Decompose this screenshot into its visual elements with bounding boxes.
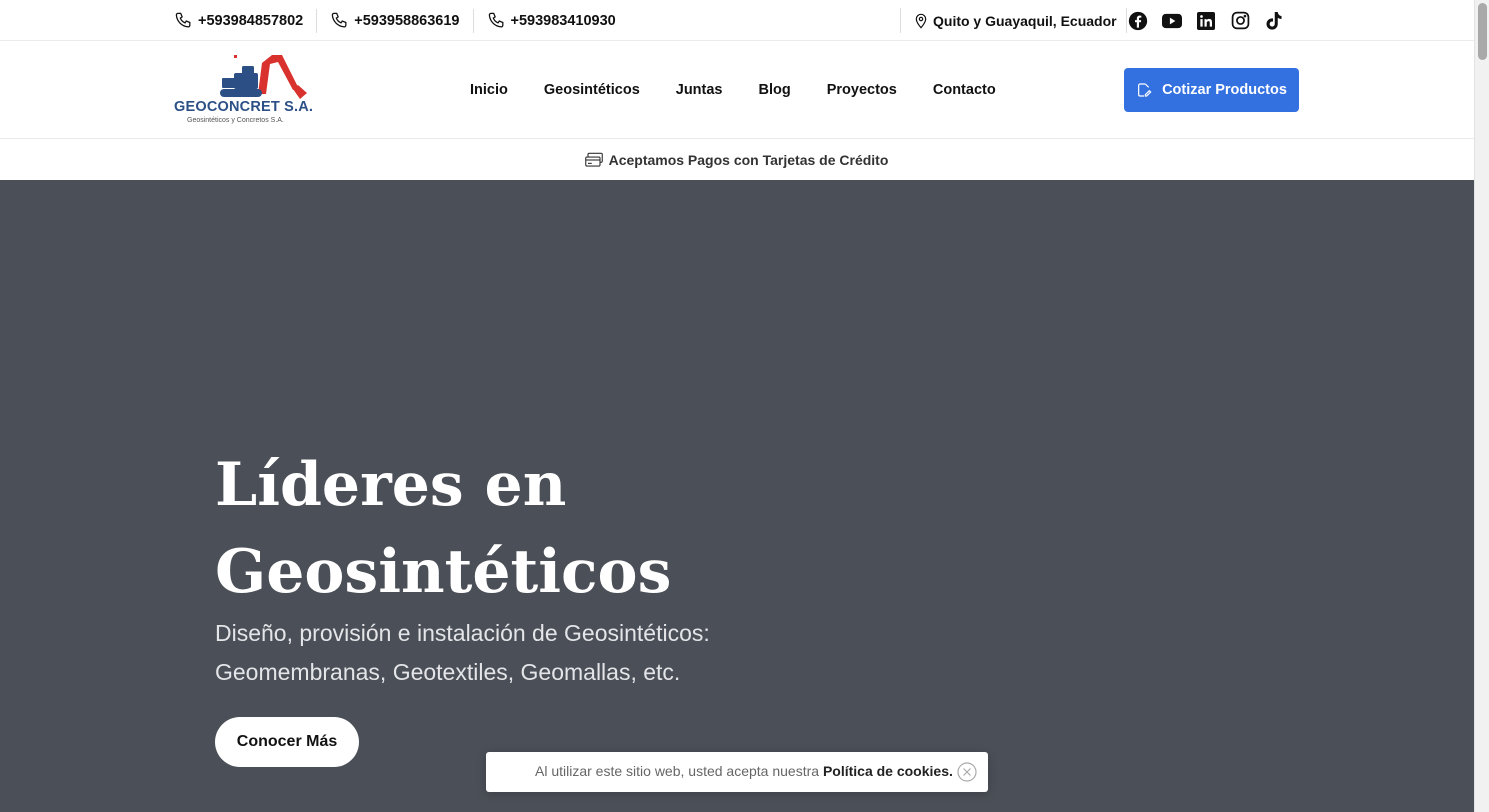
phone-link-3[interactable]: +593983410930 bbox=[487, 9, 629, 33]
logo-name: GEOCONCRET S.A. bbox=[174, 99, 314, 115]
top-contact-bar: +593984857802 +593958863619 +59398341093… bbox=[0, 0, 1474, 41]
main-nav: Inicio Geosintéticos Juntas Blog Proyect… bbox=[470, 41, 1032, 139]
hero-section: Líderes en Geosintéticos Diseño, provisi… bbox=[0, 180, 1474, 812]
payment-notice-bar: Aceptamos Pagos con Tarjetas de Crédito bbox=[0, 140, 1474, 180]
phone-link-2[interactable]: +593958863619 bbox=[330, 8, 474, 33]
location-info: Quito y Guayaquil, Ecuador bbox=[900, 8, 1127, 33]
quote-products-button[interactable]: Cotizar Productos bbox=[1124, 68, 1299, 112]
edit-document-icon bbox=[1138, 83, 1152, 97]
cookie-text-wrap: Al utilizar este sitio web, usted acepta… bbox=[535, 763, 953, 779]
page: +593984857802 +593958863619 +59398341093… bbox=[0, 0, 1474, 812]
map-pin-icon bbox=[915, 13, 927, 29]
nav-item-contacto[interactable]: Contacto bbox=[933, 82, 996, 98]
phone-number: +593958863619 bbox=[354, 12, 460, 29]
hero-subtitle: Diseño, provisión e instalación de Geosi… bbox=[215, 614, 815, 692]
phone-icon bbox=[331, 12, 347, 28]
hero-title: Líderes en Geosintéticos bbox=[215, 442, 915, 616]
logo-tagline: Geosintéticos y Concretos S.A. bbox=[187, 117, 284, 124]
quote-products-label: Cotizar Productos bbox=[1162, 82, 1287, 98]
credit-card-icon bbox=[584, 152, 603, 167]
phone-number: +593983410930 bbox=[510, 12, 616, 29]
learn-more-button[interactable]: Conocer Más bbox=[215, 717, 359, 767]
cookie-text: Al utilizar este sitio web, usted acepta… bbox=[535, 763, 820, 779]
linkedin-icon[interactable] bbox=[1196, 11, 1216, 31]
scrollbar-thumb[interactable] bbox=[1478, 3, 1487, 60]
nav-item-inicio[interactable]: Inicio bbox=[470, 82, 508, 98]
nav-item-blog[interactable]: Blog bbox=[759, 82, 791, 98]
instagram-icon[interactable] bbox=[1230, 11, 1250, 31]
close-icon[interactable] bbox=[957, 762, 977, 782]
hero-subtitle-line-1: Diseño, provisión e instalación de Geosi… bbox=[215, 620, 710, 646]
social-links bbox=[1128, 0, 1284, 41]
youtube-icon[interactable] bbox=[1162, 11, 1182, 31]
logo[interactable]: GEOCONCRET S.A. Geosintéticos y Concreto… bbox=[174, 53, 314, 127]
facebook-icon[interactable] bbox=[1128, 11, 1148, 31]
hero-title-line-2: Geosintéticos bbox=[215, 537, 672, 607]
hero-subtitle-line-2: Geomembranas, Geotextiles, Geomallas, et… bbox=[215, 659, 681, 685]
hero-title-line-1: Líderes en bbox=[215, 450, 567, 520]
nav-item-juntas[interactable]: Juntas bbox=[676, 82, 723, 98]
location-text: Quito y Guayaquil, Ecuador bbox=[933, 12, 1117, 29]
payment-notice-text: Aceptamos Pagos con Tarjetas de Crédito bbox=[608, 152, 889, 168]
cookie-notice: Al utilizar este sitio web, usted acepta… bbox=[486, 752, 988, 792]
nav-item-proyectos[interactable]: Proyectos bbox=[827, 82, 897, 98]
phone-number: +593984857802 bbox=[198, 12, 304, 29]
tiktok-icon[interactable] bbox=[1264, 11, 1284, 31]
phone-list: +593984857802 +593958863619 +59398341093… bbox=[174, 0, 642, 41]
nav-item-geosinteticos[interactable]: Geosintéticos bbox=[544, 82, 640, 98]
phone-icon bbox=[175, 12, 191, 28]
phone-icon bbox=[488, 12, 503, 28]
main-header: GEOCONCRET S.A. Geosintéticos y Concreto… bbox=[0, 41, 1474, 139]
phone-link-1[interactable]: +593984857802 bbox=[174, 8, 318, 33]
page-scrollbar[interactable] bbox=[1474, 0, 1489, 812]
excavator-logo-icon bbox=[220, 55, 307, 99]
cookie-policy-link[interactable]: Política de cookies. bbox=[823, 763, 953, 779]
